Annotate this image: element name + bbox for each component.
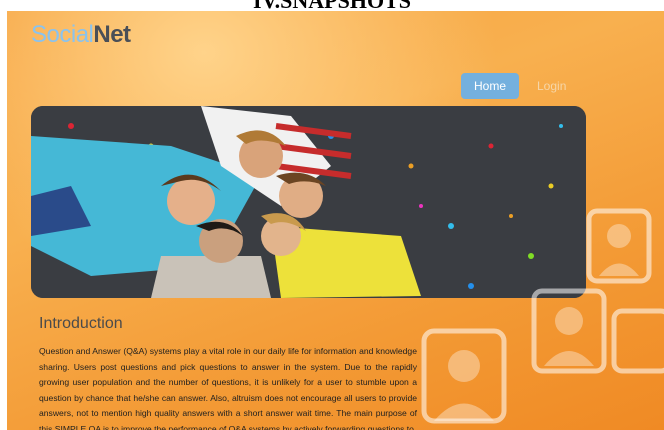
- top-nav: Home Login: [461, 73, 566, 99]
- social-people-decoration: [421, 208, 664, 424]
- intro-heading: Introduction: [39, 315, 123, 332]
- logo-part-net: Net: [93, 21, 131, 48]
- page-caption: IV.SNAPSHOTS: [253, 0, 411, 13]
- logo-part-social: Social: [31, 21, 94, 48]
- logo[interactable]: SocialNet: [31, 21, 131, 49]
- nav-login-link[interactable]: Login: [537, 79, 566, 93]
- nav-home-button[interactable]: Home: [461, 73, 519, 99]
- intro-paragraph: Question and Answer (Q&A) systems play a…: [39, 346, 417, 430]
- website-screenshot: SocialNet Home Login Introduction Questi…: [7, 11, 664, 430]
